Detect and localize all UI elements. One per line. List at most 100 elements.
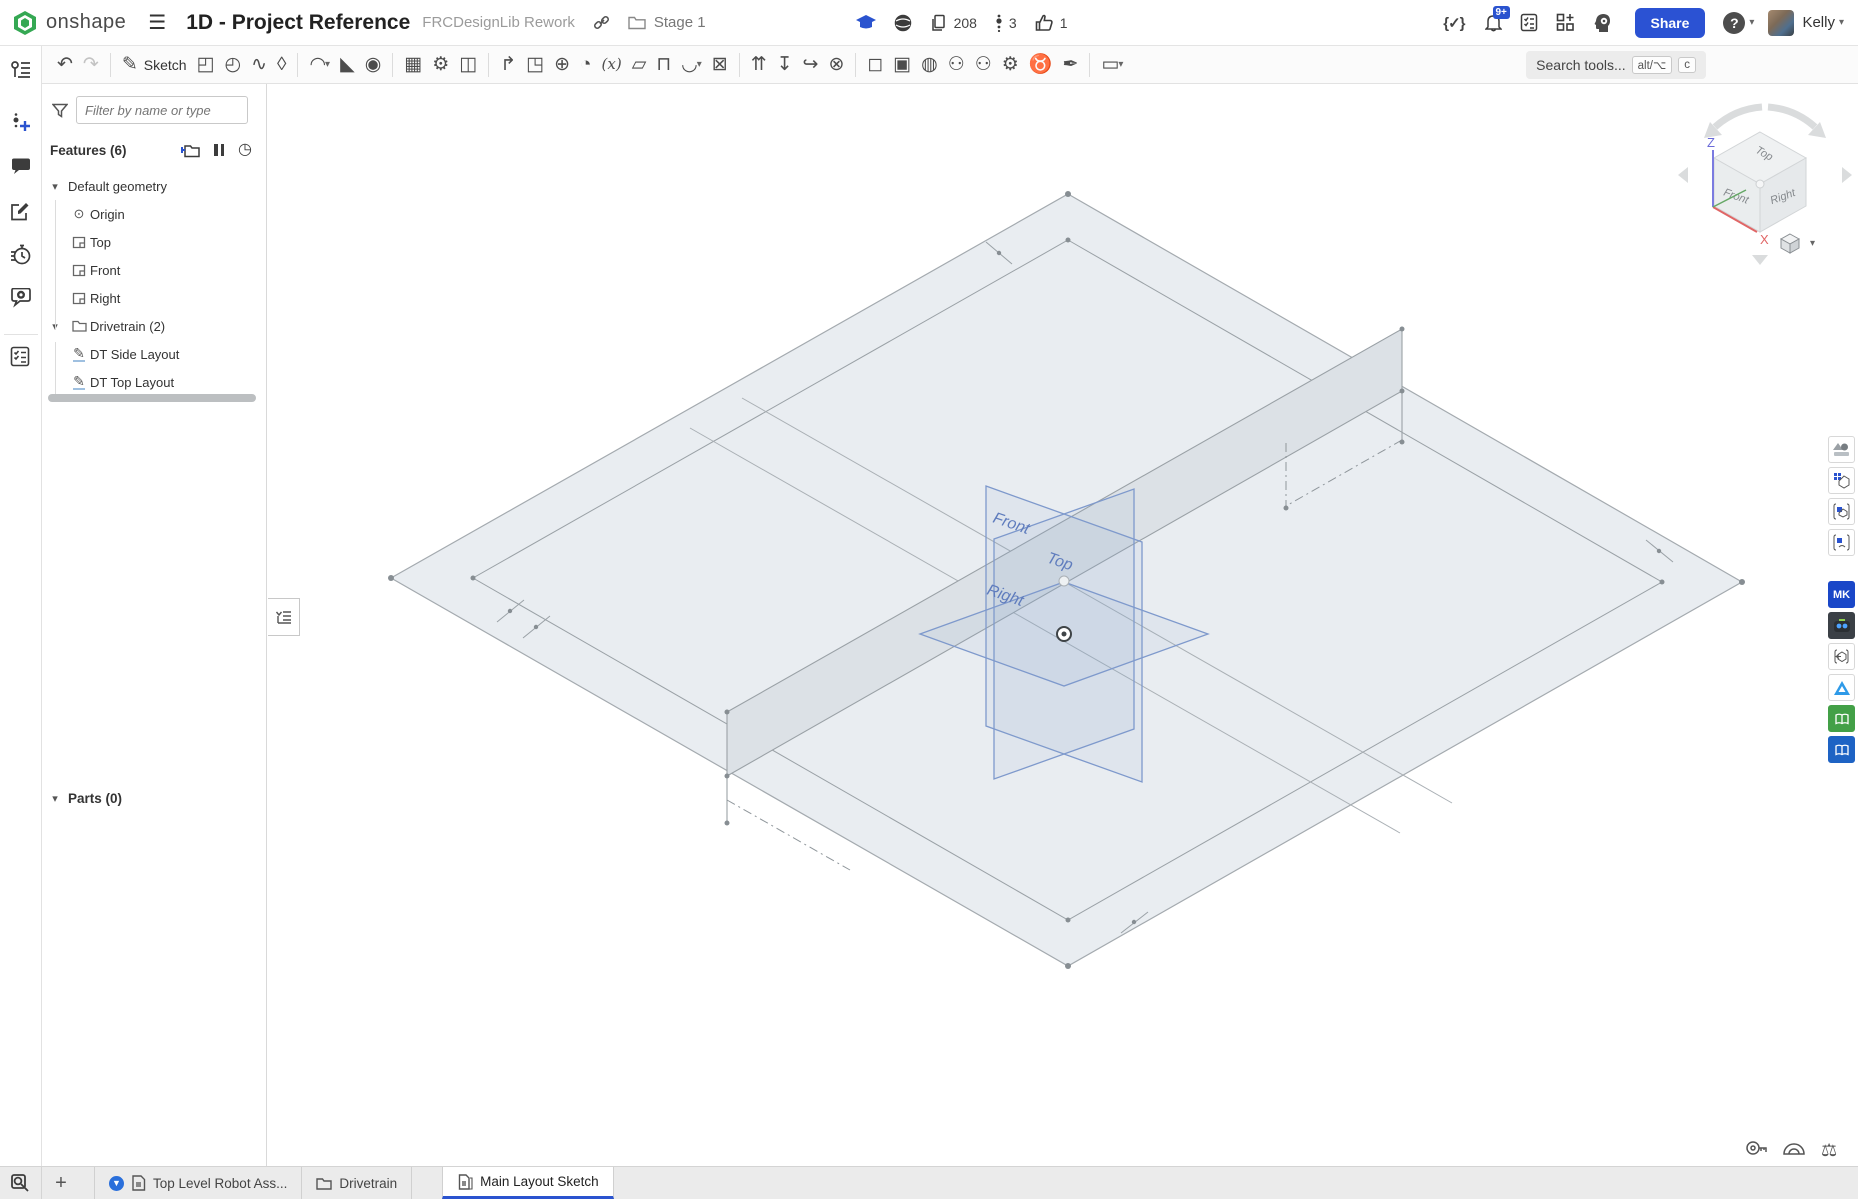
feature-folder-drivetrain[interactable]: ▾ Drivetrain (2): [42, 312, 266, 340]
feature-plane-top[interactable]: Top: [42, 228, 266, 256]
filter-funnel-icon[interactable]: [52, 103, 68, 118]
feature-plane-front[interactable]: Front: [42, 256, 266, 284]
rollback-clock-icon[interactable]: ◷: [238, 142, 252, 158]
sticker-caret-icon[interactable]: ▾: [1118, 60, 1123, 70]
user-avatar[interactable]: [1768, 10, 1794, 36]
hole-icon[interactable]: ◉: [365, 55, 382, 74]
export-app-icon[interactable]: [1828, 643, 1855, 670]
new-folder-icon[interactable]: [181, 143, 200, 158]
tasks-checklist-icon[interactable]: [1520, 13, 1538, 32]
tape-measure-icon[interactable]: [1745, 1140, 1767, 1161]
tab-top-level-robot-assembly[interactable]: ▼ Top Level Robot Ass...: [94, 1167, 302, 1199]
variable-icon[interactable]: (x): [602, 57, 622, 72]
sweep-icon[interactable]: ∿: [251, 55, 267, 74]
section-grid-icon[interactable]: [1828, 498, 1855, 525]
branch-dots-icon[interactable]: [995, 14, 1003, 32]
delete-surface-icon[interactable]: ⊠: [712, 55, 728, 74]
share-button[interactable]: Share: [1635, 8, 1706, 38]
mkcad-app-icon[interactable]: MK: [1828, 581, 1855, 608]
origin-marker[interactable]: [1057, 627, 1071, 641]
3d-viewport[interactable]: Front Top Right Top: [267, 84, 1858, 1166]
workspace-name[interactable]: Stage 1: [654, 14, 706, 31]
versions-icon[interactable]: [10, 60, 32, 80]
notifications-bell-icon[interactable]: 9+: [1485, 13, 1502, 32]
thicken-icon[interactable]: ⇈: [751, 55, 767, 74]
custom-pen-icon[interactable]: ✒: [1063, 55, 1079, 74]
display-states-icon[interactable]: [1828, 436, 1855, 463]
feature-group-default-geometry[interactable]: ▾ Default geometry: [42, 172, 266, 200]
fillet-icon[interactable]: ◠: [309, 55, 326, 74]
triangle-app-icon[interactable]: [1828, 674, 1855, 701]
add-tab-button[interactable]: +: [42, 1167, 80, 1199]
linear-pattern-icon[interactable]: ▦: [404, 55, 422, 74]
green-manual-icon[interactable]: [1828, 705, 1855, 732]
custom-taurus-icon[interactable]: ♉: [1029, 55, 1053, 74]
filter-input[interactable]: [76, 96, 248, 124]
feature-sketch-dt-top-layout[interactable]: ✎ DT Top Layout: [42, 368, 266, 396]
help-caret-icon[interactable]: ▾: [1749, 17, 1754, 28]
follow-checklist-icon[interactable]: [10, 346, 30, 367]
named-positions-icon[interactable]: [1828, 467, 1855, 494]
custom-nut-icon[interactable]: ◍: [921, 55, 938, 74]
user-caret-icon[interactable]: ▾: [1839, 17, 1844, 28]
surface-fillet-icon[interactable]: ◡: [681, 55, 698, 74]
chamfer-icon[interactable]: ◣: [340, 55, 355, 74]
plane-icon[interactable]: ▱: [632, 55, 647, 74]
mass-properties-icon[interactable]: ⚖: [1821, 1140, 1837, 1161]
custom-robot2-icon[interactable]: ⚇: [975, 55, 992, 74]
custom-robot-icon[interactable]: ⚇: [948, 55, 965, 74]
link-icon[interactable]: [593, 14, 610, 31]
panel-toggle-button[interactable]: [268, 598, 300, 636]
redo-icon[interactable]: ↷: [83, 55, 99, 74]
tab-drivetrain-folder[interactable]: Drivetrain: [302, 1167, 412, 1199]
onshape-logo-icon[interactable]: [12, 10, 38, 36]
fillet-caret-icon[interactable]: ▾: [325, 60, 330, 70]
main-menu-icon[interactable]: ☰: [148, 10, 166, 35]
transform-icon[interactable]: ↱: [500, 55, 516, 74]
chevron-down-icon[interactable]: ▾: [42, 792, 68, 805]
tab-search-icon[interactable]: [0, 1167, 42, 1199]
search-tools[interactable]: Search tools... alt/⌥ c: [1526, 51, 1706, 79]
tab-main-layout-sketch[interactable]: Main Layout Sketch: [442, 1167, 614, 1199]
folder-icon[interactable]: [628, 16, 646, 30]
circular-pattern-icon[interactable]: ⚙: [432, 55, 449, 74]
notes-icon[interactable]: [10, 202, 30, 222]
comments-icon[interactable]: [10, 158, 32, 176]
suppress-pause-icon[interactable]: [214, 144, 224, 156]
grid-variable-icon[interactable]: [1828, 529, 1855, 556]
composite-part-icon[interactable]: ▣: [893, 55, 911, 74]
featurescript-icon[interactable]: {✓}: [1443, 14, 1464, 32]
protractor-icon[interactable]: [1783, 1140, 1805, 1161]
extrude-icon[interactable]: ◰: [197, 55, 215, 74]
sticker-icon[interactable]: ▭: [1101, 55, 1119, 74]
ai-advisor-icon[interactable]: [1593, 13, 1613, 33]
surface-caret-icon[interactable]: ▾: [697, 60, 702, 70]
surface-icon[interactable]: ⊓: [656, 55, 671, 74]
assembly-context-icon[interactable]: ◳: [526, 55, 544, 74]
chevron-down-icon[interactable]: ▾: [42, 180, 68, 193]
apps-grid-icon[interactable]: [1556, 13, 1575, 32]
delete-face-icon[interactable]: ⊗: [828, 55, 844, 74]
history-stopwatch-icon[interactable]: [10, 244, 32, 266]
rib-icon[interactable]: ◫: [459, 55, 477, 74]
view-mode-button[interactable]: ▾: [1779, 232, 1815, 254]
create-branch-icon[interactable]: [10, 112, 32, 134]
document-title[interactable]: 1D - Project Reference: [186, 11, 410, 35]
feature-sketch-dt-side-layout[interactable]: ✎ DT Side Layout: [42, 340, 266, 368]
learning-center-icon[interactable]: [10, 288, 32, 308]
user-name[interactable]: Kelly: [1802, 14, 1835, 31]
plane-handle[interactable]: [1059, 576, 1069, 586]
move-face-icon[interactable]: ↪: [803, 55, 819, 74]
feature-plane-right[interactable]: Right: [42, 284, 266, 312]
robot-app-icon[interactable]: [1828, 612, 1855, 639]
custom-gear-icon[interactable]: ⚙: [1002, 55, 1019, 74]
boolean-icon[interactable]: ⊕: [554, 55, 570, 74]
like-icon[interactable]: [1035, 14, 1054, 32]
blue-manual-icon[interactable]: [1828, 736, 1855, 763]
parts-header-row[interactable]: ▾ Parts (0): [42, 784, 266, 812]
primitive-cube-icon[interactable]: ◻: [867, 55, 883, 74]
loft-icon[interactable]: ◊: [277, 55, 286, 74]
sketch-button[interactable]: ✎Sketch: [122, 55, 187, 74]
view-cube[interactable]: Top Front Right Z X: [1670, 95, 1858, 275]
revolve-icon[interactable]: ◴: [225, 55, 242, 74]
